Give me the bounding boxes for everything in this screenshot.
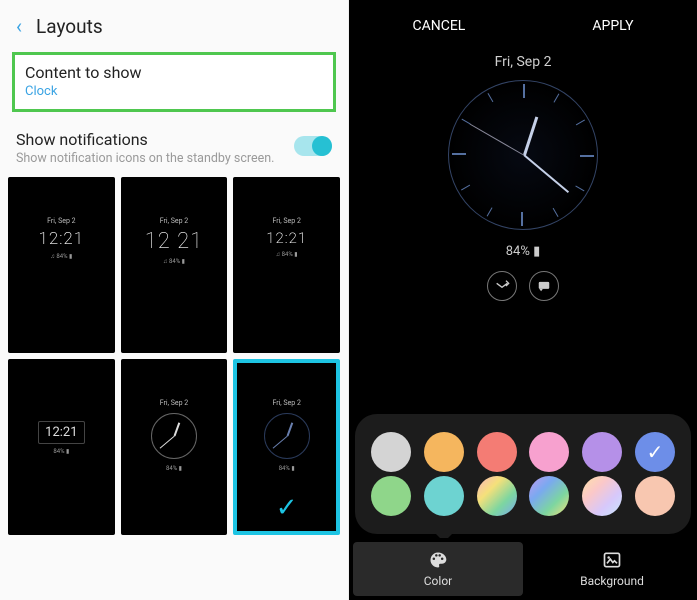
- clock-preview: Fri, Sep 2 84% ▮: [349, 52, 697, 301]
- tab-background-label: Background: [580, 574, 644, 588]
- palette-icon: [428, 550, 448, 570]
- tab-background[interactable]: Background: [527, 538, 697, 600]
- preview-date: Fri, Sep 2: [495, 54, 552, 70]
- layout-thumb-digital-box[interactable]: 12:21 84% ▮: [8, 359, 115, 535]
- thumb-date: Fri, Sep 2: [272, 399, 300, 407]
- page-title: Layouts: [36, 15, 103, 38]
- layout-thumb-digital[interactable]: Fri, Sep 2 12:21 ♫ 84% ▮: [8, 177, 115, 353]
- back-arrow-icon[interactable]: ‹: [16, 14, 22, 38]
- thumb-time: 12 21: [145, 229, 203, 254]
- thumb-meta: 84% ▮: [166, 465, 182, 473]
- color-swatch-pastel[interactable]: [582, 476, 622, 516]
- color-swatch-orange[interactable]: [424, 432, 464, 472]
- thumb-meta: 84% ▮: [53, 448, 69, 456]
- check-icon: ✓: [276, 493, 298, 523]
- tab-color[interactable]: Color: [353, 542, 523, 596]
- color-picker-popup: ✓: [355, 414, 691, 534]
- cancel-button[interactable]: CANCEL: [413, 18, 466, 34]
- thumb-meta: 84% ▮: [279, 465, 295, 473]
- thumb-time: 12:21: [38, 421, 84, 444]
- analog-clock-preview: [448, 80, 598, 230]
- thumb-meta: ♫ 84% ▮: [163, 258, 185, 266]
- analog-clock-icon: [264, 413, 310, 459]
- layout-thumb-analog-blue[interactable]: Fri, Sep 2 84% ▮ ✓: [233, 359, 340, 535]
- analog-clock-icon: [151, 413, 197, 459]
- color-swatch-teal[interactable]: [424, 476, 464, 516]
- layout-thumb-analog-white[interactable]: Fri, Sep 2 84% ▮: [121, 359, 228, 535]
- bottom-tabs: Color Background: [349, 538, 697, 600]
- tab-color-label: Color: [424, 574, 452, 588]
- layout-thumb-digital-alt[interactable]: Fri, Sep 2 12:21 ♫ 84% ▮: [233, 177, 340, 353]
- clock-style-editor: CANCEL APPLY Fri, Sep 2 84% ▮ ✓ Color: [349, 0, 697, 600]
- color-swatch-rainbow2[interactable]: [529, 476, 569, 516]
- thumb-time: 12:21: [266, 229, 307, 247]
- thumb-date: Fri, Sep 2: [47, 217, 75, 225]
- content-to-show-value: Clock: [25, 84, 323, 99]
- color-swatch-peach[interactable]: [635, 476, 675, 516]
- show-notifications-subtitle: Show notification icons on the standby s…: [16, 151, 278, 167]
- editor-header: CANCEL APPLY: [349, 0, 697, 52]
- apply-button[interactable]: APPLY: [592, 18, 633, 34]
- color-swatch-pink[interactable]: [529, 432, 569, 472]
- message-icon[interactable]: [529, 271, 559, 301]
- layout-grid: Fri, Sep 2 12:21 ♫ 84% ▮ Fri, Sep 2 12 2…: [0, 173, 348, 539]
- show-notifications-row: Show notifications Show notification ico…: [0, 120, 348, 173]
- content-to-show-title: Content to show: [25, 63, 323, 82]
- color-swatch-purple[interactable]: [582, 432, 622, 472]
- color-swatch-rainbow1[interactable]: [477, 476, 517, 516]
- battery-status: 84% ▮: [506, 244, 541, 259]
- thumb-meta: ♫ 84% ▮: [276, 251, 298, 259]
- thumb-date: Fri, Sep 2: [160, 217, 188, 225]
- color-row: ✓: [371, 432, 675, 472]
- layout-thumb-digital-big[interactable]: Fri, Sep 2 12 21 ♫ 84% ▮: [121, 177, 228, 353]
- color-swatch-grey[interactable]: [371, 432, 411, 472]
- thumb-time: 12:21: [38, 229, 84, 249]
- color-row: [371, 476, 675, 516]
- color-swatch-coral[interactable]: [477, 432, 517, 472]
- thumb-date: Fri, Sep 2: [272, 217, 300, 225]
- header: ‹ Layouts: [0, 0, 348, 48]
- color-swatch-green[interactable]: [371, 476, 411, 516]
- color-swatch-blue[interactable]: ✓: [635, 432, 675, 472]
- notification-icons: [487, 271, 559, 301]
- layouts-settings-panel: ‹ Layouts Content to show Clock Show not…: [0, 0, 349, 600]
- check-icon: ✓: [647, 440, 664, 464]
- missed-call-icon[interactable]: [487, 271, 517, 301]
- thumb-meta: ♫ 84% ▮: [50, 253, 72, 261]
- image-icon: [602, 550, 622, 570]
- show-notifications-toggle[interactable]: [294, 136, 332, 156]
- show-notifications-title: Show notifications: [16, 130, 278, 149]
- thumb-date: Fri, Sep 2: [160, 399, 188, 407]
- content-to-show-row[interactable]: Content to show Clock: [12, 52, 336, 112]
